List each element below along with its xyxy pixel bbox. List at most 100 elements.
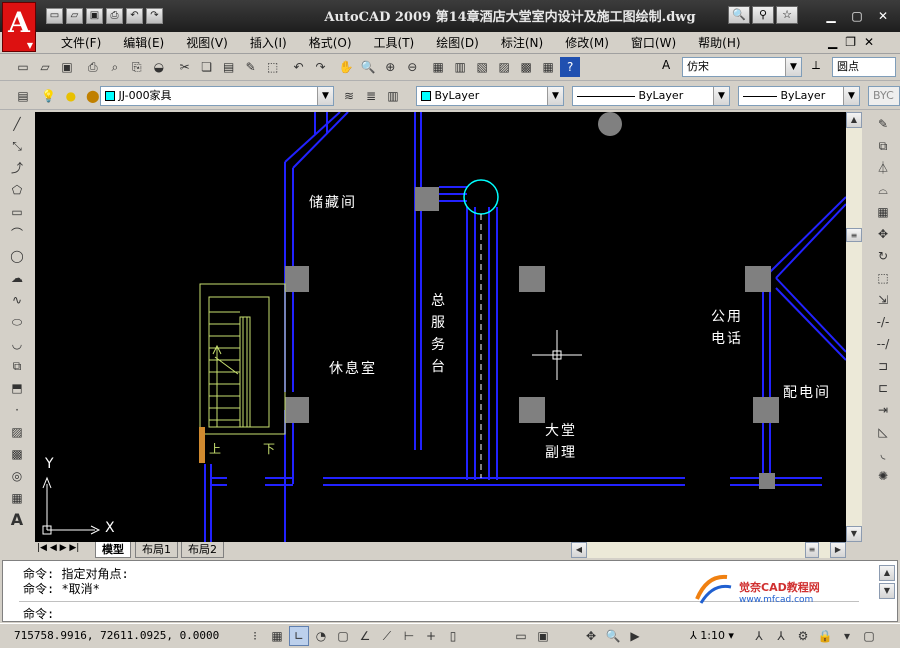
undo-icon[interactable]: ↶	[126, 8, 143, 24]
minimize-button[interactable]: ▁	[820, 8, 842, 24]
print-icon[interactable]: ⎙	[106, 8, 123, 24]
break-icon[interactable]: ⊏	[871, 378, 895, 398]
scroll-right-button[interactable]: ▶	[830, 542, 846, 558]
construction-line-icon[interactable]: ⤡	[5, 136, 29, 156]
color-select[interactable]: ByLayer ▼	[416, 86, 564, 106]
chamfer-icon[interactable]: ◺	[871, 422, 895, 442]
spline-icon[interactable]: ∿	[5, 290, 29, 310]
zoom-previous-icon[interactable]: ⊖	[402, 57, 422, 77]
undo-icon[interactable]: ↶	[288, 57, 308, 77]
revision-cloud-icon[interactable]: ☁	[5, 268, 29, 288]
scroll-down-button[interactable]: ▼	[846, 526, 862, 542]
hatch-icon[interactable]: ▨	[5, 422, 29, 442]
multiline-text-icon[interactable]: A	[5, 510, 29, 530]
save-icon[interactable]: ▣	[86, 8, 103, 24]
layer-state-icon[interactable]: ▥	[383, 86, 403, 106]
tab-layout2[interactable]: 布局2	[181, 542, 224, 558]
zoom-window-icon[interactable]: ⊕	[380, 57, 400, 77]
gradient-icon[interactable]: ▩	[5, 444, 29, 464]
horizontal-scrollbar[interactable]: ◀ ≡ ▶	[571, 542, 846, 558]
line-icon[interactable]: ╱	[5, 114, 29, 134]
plot-preview-icon[interactable]: ⌕	[105, 57, 125, 77]
menu-insert[interactable]: 插入(I)	[239, 35, 298, 51]
menu-edit[interactable]: 编辑(E)	[112, 35, 175, 51]
search-icon[interactable]: 🔍	[728, 6, 750, 24]
tab-layout1[interactable]: 布局1	[135, 542, 178, 558]
menu-draw[interactable]: 绘图(D)	[425, 35, 490, 51]
status-menu-icon[interactable]: ▾	[837, 626, 857, 646]
explode-icon[interactable]: ✺	[871, 466, 895, 486]
paste-icon[interactable]: ▤	[219, 57, 239, 77]
polygon-icon[interactable]: ⬠	[5, 180, 29, 200]
stretch-icon[interactable]: ⇲	[871, 290, 895, 310]
copy-object-icon[interactable]: ⧉	[871, 136, 895, 156]
table-icon[interactable]: ▦	[5, 488, 29, 508]
menu-view[interactable]: 视图(V)	[175, 35, 239, 51]
rectangle-icon[interactable]: ▭	[5, 202, 29, 222]
open-icon[interactable]: ▱	[66, 8, 83, 24]
quick-properties-icon[interactable]: ▯	[443, 626, 463, 646]
extend-icon[interactable]: --/	[871, 334, 895, 354]
array-icon[interactable]: ▦	[871, 202, 895, 222]
ellipse-arc-icon[interactable]: ◡	[5, 334, 29, 354]
lock-icon[interactable]: 🔒	[815, 626, 835, 646]
osnap-tracking-icon[interactable]: ∠	[355, 626, 375, 646]
annotation-scale[interactable]: ⅄ 1:10 ▾	[690, 629, 734, 642]
cut-icon[interactable]: ✂	[175, 57, 195, 77]
command-prompt[interactable]: 命令:	[23, 605, 54, 622]
application-menu-button[interactable]: A ▼	[2, 2, 36, 52]
break-at-point-icon[interactable]: ⊐	[871, 356, 895, 376]
layout-icon[interactable]: ▣	[533, 626, 553, 646]
make-current-layer-icon[interactable]: ≋	[339, 86, 359, 106]
tool-palettes-icon[interactable]: ▧	[472, 57, 492, 77]
layer-select[interactable]: JJ-000家具 ▼	[100, 86, 334, 106]
mirror-icon[interactable]: ⏃	[871, 158, 895, 178]
clean-screen-icon[interactable]: ▢	[859, 626, 879, 646]
scale-icon[interactable]: ⬚	[871, 268, 895, 288]
vertical-scrollbar[interactable]: ▲ ≡ ▼	[846, 112, 862, 542]
trim-icon[interactable]: -/-	[871, 312, 895, 332]
fillet-icon[interactable]: ◟	[871, 444, 895, 464]
grid-display-icon[interactable]: ▦	[267, 626, 287, 646]
3d-dwf-icon[interactable]: ◒	[149, 57, 169, 77]
doc-restore-button[interactable]: ❐	[845, 35, 856, 49]
scroll-up-button[interactable]: ▲	[846, 112, 862, 128]
region-icon[interactable]: ◎	[5, 466, 29, 486]
sheet-set-icon[interactable]: ▨	[494, 57, 514, 77]
snap-mode-icon[interactable]: ⁝	[245, 626, 265, 646]
match-properties-icon[interactable]: ✎	[241, 57, 261, 77]
move-icon[interactable]: ✥	[871, 224, 895, 244]
properties-icon[interactable]: ▦	[428, 57, 448, 77]
redo-icon[interactable]: ↷	[310, 57, 330, 77]
open-icon[interactable]: ▱	[35, 57, 55, 77]
close-button[interactable]: ✕	[872, 8, 894, 24]
linetype-select[interactable]: ByLayer ▼	[572, 86, 730, 106]
ellipse-icon[interactable]: ⬭	[5, 312, 29, 332]
model-space-icon[interactable]: ▭	[511, 626, 531, 646]
workspace-icon[interactable]: ⚙	[793, 626, 813, 646]
point-icon[interactable]: ·	[5, 400, 29, 420]
save-icon[interactable]: ▣	[57, 57, 77, 77]
tab-model[interactable]: 模型	[95, 542, 131, 558]
markup-icon[interactable]: ▩	[516, 57, 536, 77]
cmd-scroll-up-button[interactable]: ▲	[879, 565, 895, 581]
object-snap-icon[interactable]: ▢	[333, 626, 353, 646]
rotate-icon[interactable]: ↻	[871, 246, 895, 266]
layer-manager-icon[interactable]: ▤	[13, 86, 33, 106]
communication-icon[interactable]: ⚲	[752, 6, 774, 24]
erase-icon[interactable]: ✎	[871, 114, 895, 134]
lineweight-toggle-icon[interactable]: +	[421, 626, 441, 646]
calculator-icon[interactable]: ▦	[538, 57, 558, 77]
polyline-icon[interactable]: ⤴	[5, 158, 29, 178]
help-icon[interactable]: ?	[560, 57, 581, 77]
menu-window[interactable]: 窗口(W)	[620, 35, 687, 51]
dynamic-ucs-icon[interactable]: ⟋	[377, 626, 397, 646]
status-zoom-icon[interactable]: 🔍	[603, 626, 623, 646]
dynamic-input-icon[interactable]: ⊢	[399, 626, 419, 646]
scroll-thumb[interactable]: ≡	[846, 228, 862, 242]
new-icon[interactable]: ▭	[46, 8, 63, 24]
tab-navigation[interactable]: |◀ ◀ ▶ ▶|	[37, 543, 79, 553]
offset-icon[interactable]: ⌓	[871, 180, 895, 200]
join-icon[interactable]: ⇥	[871, 400, 895, 420]
showmotion-icon[interactable]: ▶	[625, 626, 645, 646]
